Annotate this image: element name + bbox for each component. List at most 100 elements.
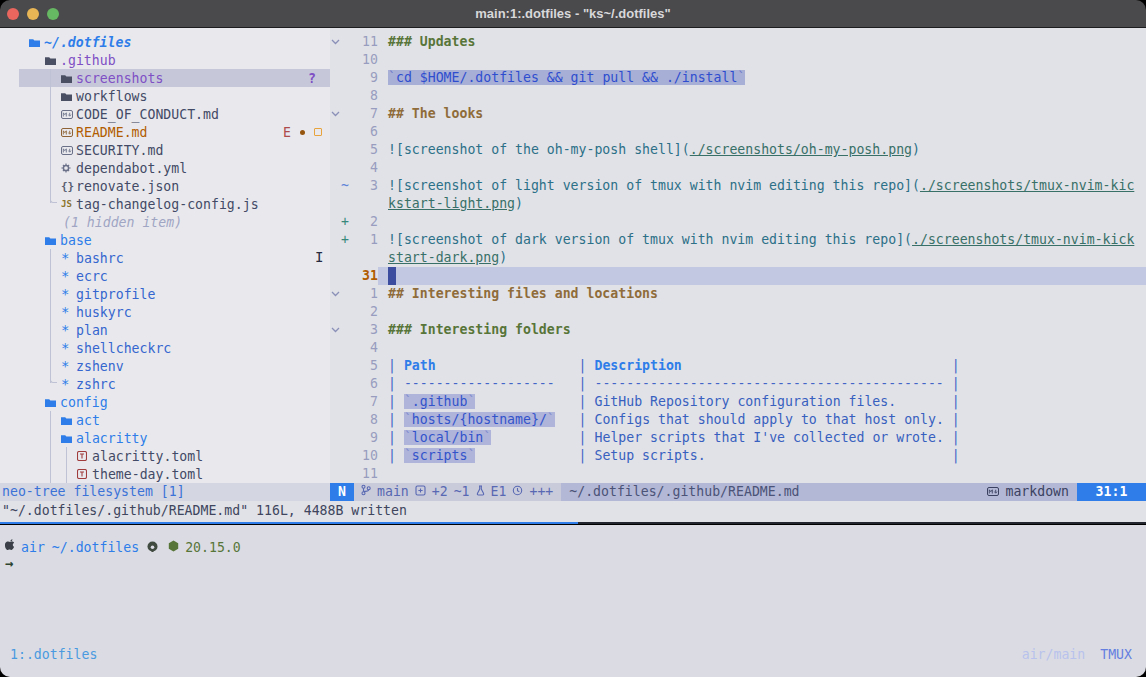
editor-line[interactable]: 9| `local/bin` | Helper scripts that I'v… bbox=[330, 429, 1146, 447]
line-text: ## Interesting files and locations bbox=[388, 285, 1146, 303]
fold-column bbox=[330, 213, 341, 231]
git-sign bbox=[341, 375, 351, 393]
tree-item--.dotfiles[interactable]: ~/.dotfiles bbox=[0, 33, 330, 51]
editor-line[interactable]: kstart-light.png) bbox=[330, 195, 1146, 213]
line-number: 7 bbox=[351, 105, 378, 123]
line-number bbox=[351, 249, 378, 267]
git-sign bbox=[341, 411, 351, 429]
editor-line[interactable]: +2 bbox=[330, 213, 1146, 231]
unstaged-square-icon bbox=[314, 128, 322, 136]
git-sign bbox=[341, 51, 351, 69]
tree-item-.github[interactable]: .github bbox=[0, 51, 330, 69]
line-text bbox=[388, 303, 1146, 321]
editor-pane[interactable]: 11### Updates 10 9`cd $HOME/.dotfiles &&… bbox=[330, 28, 1146, 483]
line-number: 6 bbox=[351, 123, 378, 141]
editor-line[interactable]: 5| Path | Description | bbox=[330, 357, 1146, 375]
fold-column bbox=[330, 357, 341, 375]
line-text: | ------------------- | ----------------… bbox=[388, 375, 1146, 393]
editor-line[interactable]: 10| `scripts` | Setup scripts. | bbox=[330, 447, 1146, 465]
statusline-left: main +2 ~1 E1 +++ bbox=[354, 483, 561, 501]
git-branch: main bbox=[377, 483, 409, 501]
editor-line[interactable]: 31 bbox=[330, 267, 1146, 285]
tree-item--1-hidden-item-[interactable]: (1 hidden item) bbox=[0, 213, 330, 231]
line-text: ### Interesting folders bbox=[388, 321, 1146, 339]
fold-column bbox=[330, 123, 341, 141]
line-number: 11 bbox=[351, 33, 378, 51]
editor-line[interactable]: 4 bbox=[330, 159, 1146, 177]
git-sign bbox=[341, 123, 351, 141]
line-text: ![screenshot of light version of tmux wi… bbox=[388, 177, 1146, 195]
editor-line[interactable]: 11### Updates bbox=[330, 33, 1146, 51]
tree-item-label: base bbox=[60, 233, 92, 248]
editor-line[interactable]: 8| `hosts/{hostname}/` | Configs that sh… bbox=[330, 411, 1146, 429]
mode-indicator: N bbox=[330, 483, 354, 501]
fold-chevron-icon[interactable] bbox=[330, 33, 341, 51]
fold-chevron-icon[interactable] bbox=[330, 321, 341, 339]
editor-line[interactable]: 6 bbox=[330, 123, 1146, 141]
git-sign bbox=[341, 267, 351, 285]
file-status-markers: E bbox=[283, 125, 322, 140]
editor-line[interactable]: 9`cd $HOME/.dotfiles && git pull && ./in… bbox=[330, 69, 1146, 87]
shell-prompt: air ~/.dotfiles 20.15.0 bbox=[5, 538, 241, 556]
folder-icon bbox=[45, 236, 60, 245]
editor-line[interactable]: 6 | ------------------- | ---------------… bbox=[330, 375, 1146, 393]
file-path: ~/.dotfiles/.github/README.md bbox=[569, 483, 981, 501]
tree-item-label: bashrc bbox=[76, 251, 124, 266]
folder-icon bbox=[29, 38, 44, 47]
line-text: | `local/bin` | Helper scripts that I've… bbox=[388, 429, 1146, 447]
editor-line[interactable]: 4 bbox=[330, 339, 1146, 357]
fold-chevron-icon[interactable] bbox=[330, 105, 341, 123]
editor-line[interactable]: ~3![screenshot of light version of tmux … bbox=[330, 177, 1146, 195]
fold-column bbox=[330, 231, 341, 249]
tree-item-config[interactable]: config bbox=[0, 393, 330, 411]
git-sign bbox=[341, 69, 351, 87]
editor-line[interactable]: 1## Interesting files and locations bbox=[330, 285, 1146, 303]
editor-line[interactable]: 7## The looks bbox=[330, 105, 1146, 123]
neo-tree-statusbar: neo-tree filesystem [1] bbox=[0, 483, 330, 501]
filetype-indicator: markdown bbox=[987, 483, 1069, 501]
toml-icon bbox=[77, 451, 92, 461]
tree-item-label: renovate.json bbox=[76, 179, 179, 194]
line-text: `cd $HOME/.dotfiles && git pull && ./ins… bbox=[388, 69, 1146, 87]
git-sign bbox=[341, 33, 351, 51]
git-sign bbox=[341, 105, 351, 123]
editor-line[interactable]: 8 bbox=[330, 87, 1146, 105]
git-sign bbox=[341, 357, 351, 375]
tree-guide bbox=[66, 447, 67, 483]
git-sign bbox=[341, 141, 351, 159]
tree-item-label: .github bbox=[60, 53, 116, 68]
shell-pane[interactable]: air ~/.dotfiles 20.15.0 → 1:.dotfiles ai… bbox=[0, 525, 1146, 677]
titlebar[interactable]: main:1:.dotfiles - "ks~/.dotfiles" bbox=[0, 0, 1146, 28]
tree-item-base[interactable]: base bbox=[0, 231, 330, 249]
git-sign bbox=[341, 249, 351, 267]
tree-item-label: theme-day.toml bbox=[92, 467, 203, 482]
pane-border-active bbox=[0, 522, 578, 524]
line-number bbox=[351, 195, 378, 213]
line-number: 6 bbox=[351, 375, 378, 393]
tree-item-label: workflows bbox=[76, 89, 147, 104]
editor-line[interactable]: 10 bbox=[330, 51, 1146, 69]
prompt-arrow: → bbox=[5, 555, 13, 571]
editor-line[interactable]: 5![screenshot of the oh-my-posh shell](.… bbox=[330, 141, 1146, 159]
git-sign: + bbox=[341, 231, 351, 249]
git-branch-icon bbox=[361, 483, 371, 501]
line-text: | `.github` | GitHub Repository configur… bbox=[388, 393, 1146, 411]
pane-border-inactive bbox=[578, 522, 1146, 524]
editor-line[interactable]: 7| `.github` | GitHub Repository configu… bbox=[330, 393, 1146, 411]
fold-column bbox=[330, 447, 341, 465]
editor-line[interactable]: 3### Interesting folders bbox=[330, 321, 1146, 339]
tmux-label: TMUX bbox=[1100, 646, 1132, 664]
fold-chevron-icon[interactable] bbox=[330, 285, 341, 303]
fold-column bbox=[330, 267, 341, 285]
editor-line[interactable]: 2 bbox=[330, 303, 1146, 321]
tmux-window-label[interactable]: 1:.dotfiles bbox=[10, 646, 97, 664]
editor-line[interactable]: start-dark.png) bbox=[330, 249, 1146, 267]
git-sign: ~ bbox=[341, 177, 351, 195]
prompt-cwd: ~/.dotfiles bbox=[52, 540, 139, 555]
git-sign bbox=[341, 303, 351, 321]
editor-line[interactable]: 11 bbox=[330, 465, 1146, 483]
tree-guide bbox=[50, 411, 51, 483]
editor-line[interactable]: +1![screenshot of dark version of tmux w… bbox=[330, 231, 1146, 249]
tree-item-label: zshrc bbox=[76, 377, 116, 392]
tree-item-label: alacritty bbox=[76, 431, 147, 446]
